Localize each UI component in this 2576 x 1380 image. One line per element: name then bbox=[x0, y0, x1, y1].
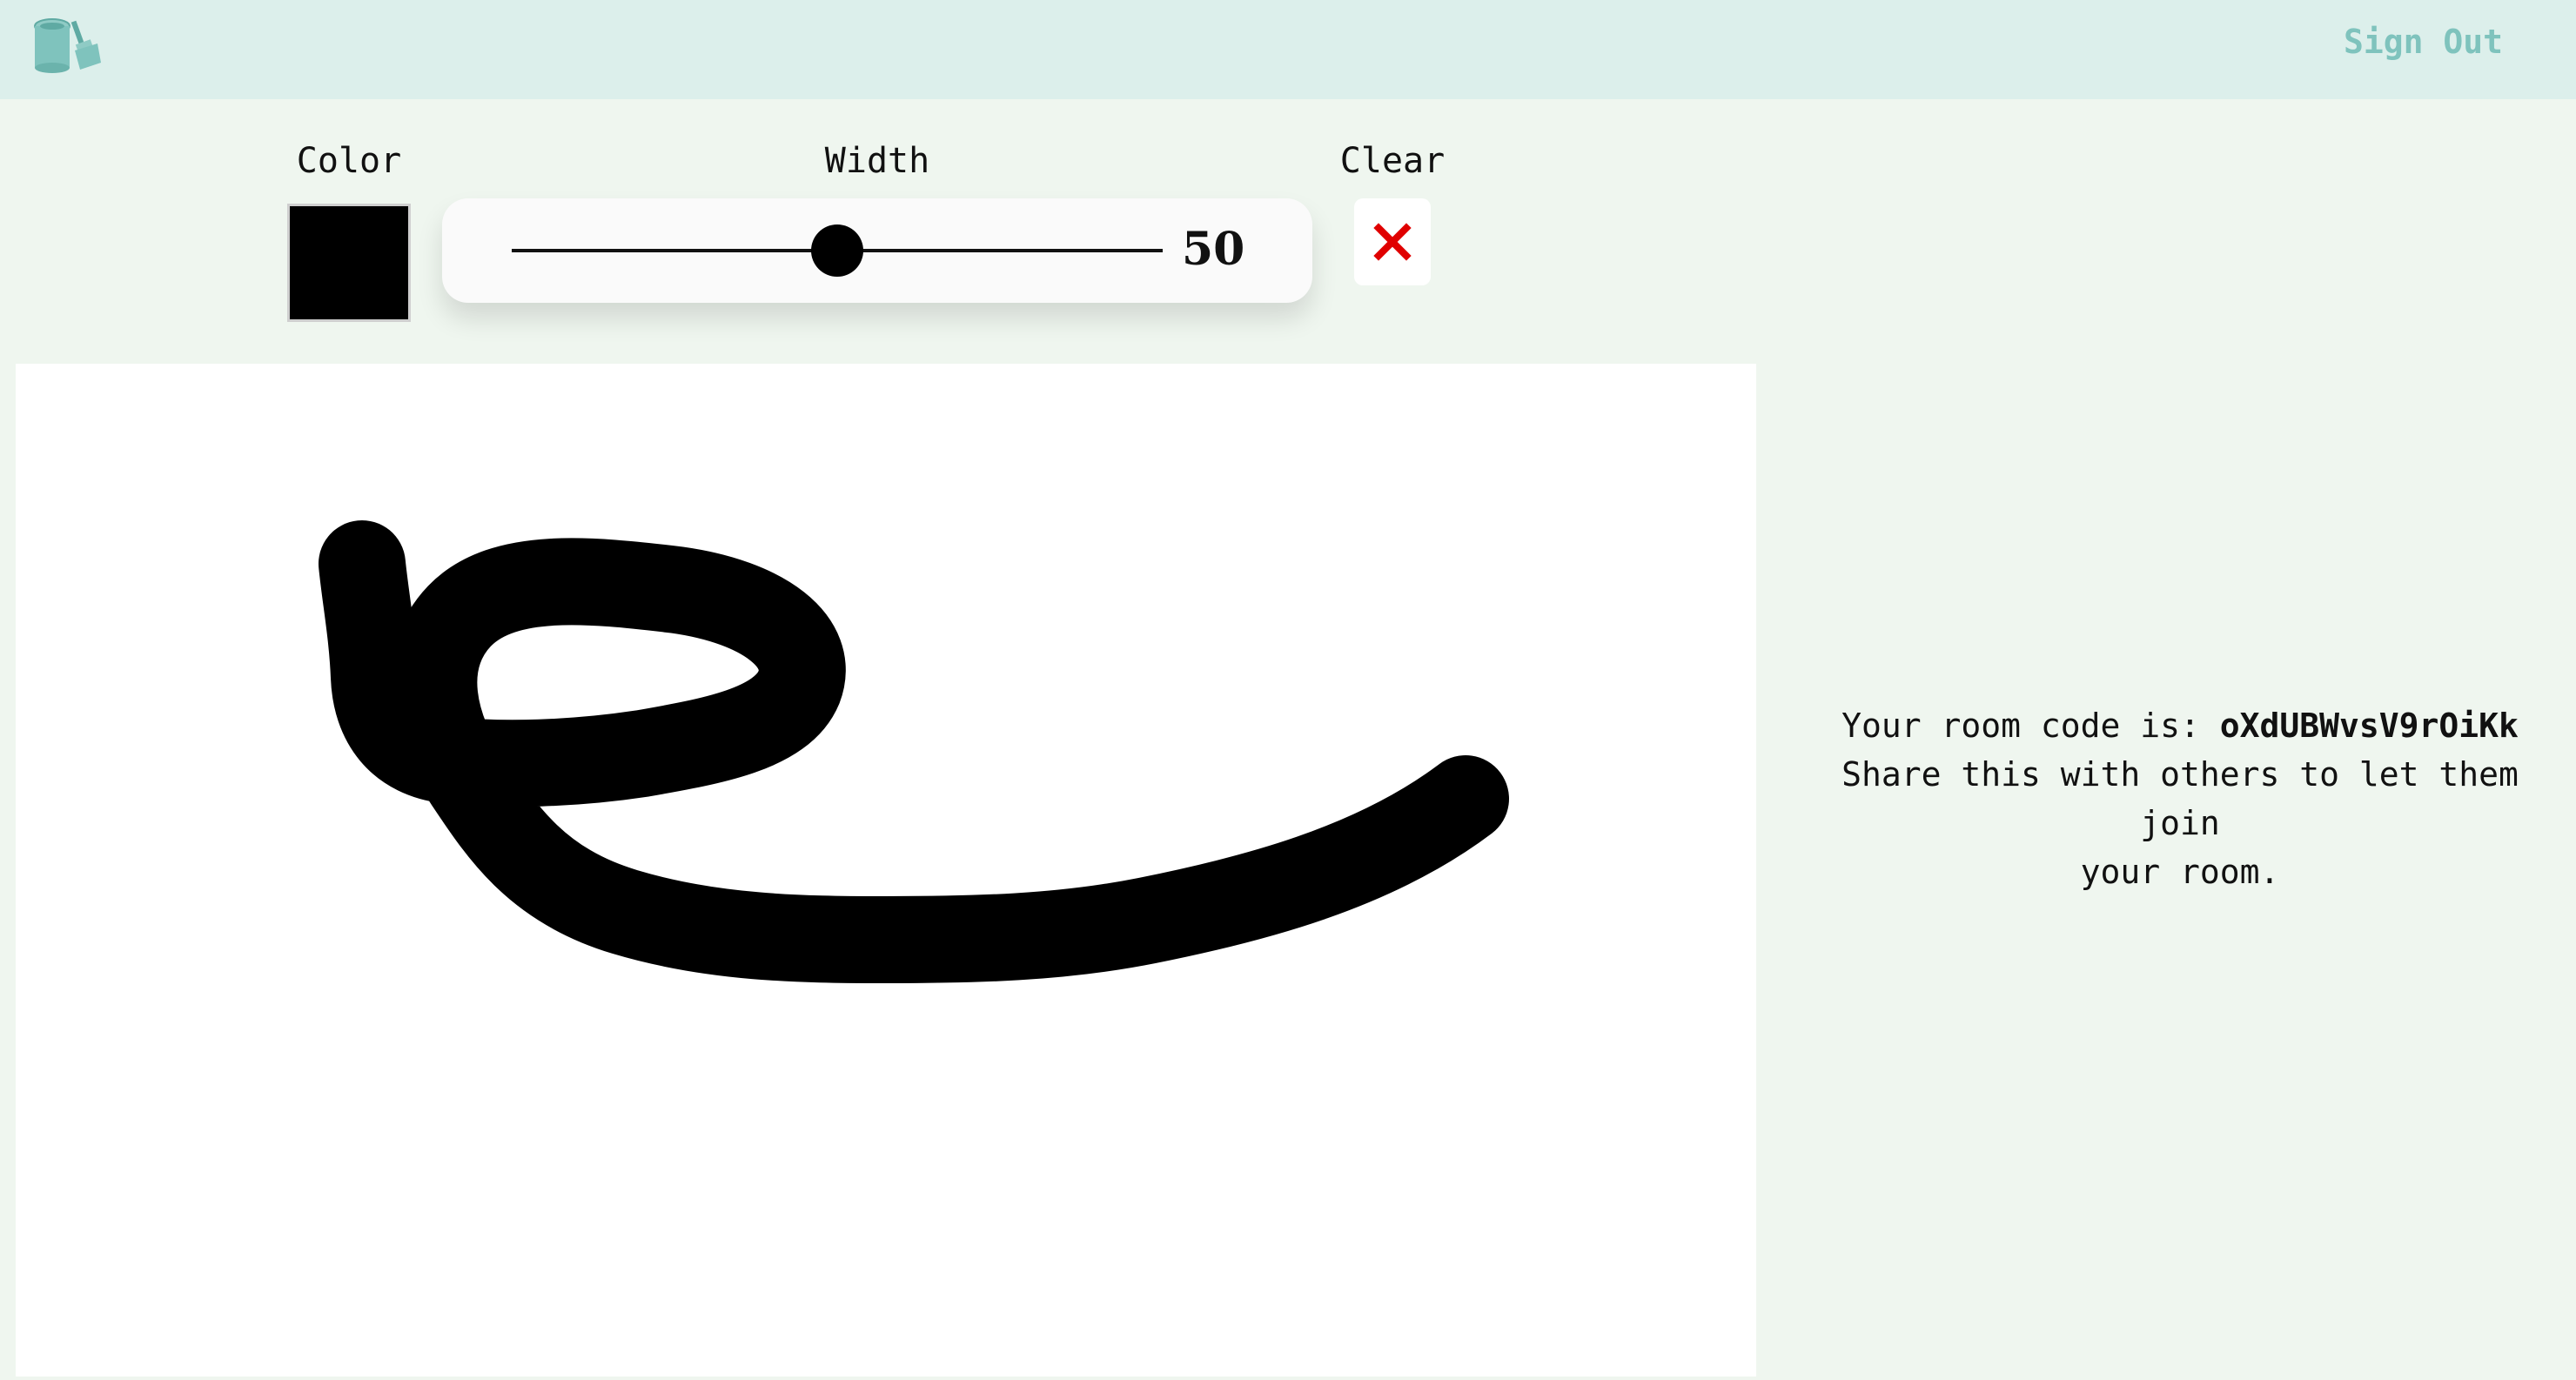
room-code-line: Your room code is: oXdUBWvsV9rOiKk bbox=[1793, 701, 2567, 750]
room-info: Your room code is: oXdUBWvsV9rOiKk Share… bbox=[1793, 701, 2567, 896]
drawing-canvas[interactable] bbox=[16, 364, 1756, 1377]
top-bar: Sign Out bbox=[0, 0, 2576, 99]
color-label: Color bbox=[296, 141, 402, 181]
width-slider-thumb[interactable] bbox=[811, 224, 863, 277]
share-line-2: your room. bbox=[2080, 853, 2280, 891]
close-icon bbox=[1373, 223, 1412, 261]
width-value: 50 bbox=[1182, 223, 1245, 276]
drawn-stroke bbox=[319, 520, 1509, 983]
clear-label: Clear bbox=[1339, 141, 1446, 181]
room-code[interactable]: oXdUBWvsV9rOiKk bbox=[2220, 707, 2519, 745]
width-control-panel: 50 bbox=[442, 198, 1312, 303]
share-line-1: Share this with others to let them join bbox=[1841, 755, 2519, 842]
room-code-prefix: Your room code is: bbox=[1841, 707, 2200, 745]
paint-bucket-brush-icon[interactable] bbox=[31, 16, 104, 73]
clear-button[interactable] bbox=[1354, 198, 1431, 285]
color-picker-swatch[interactable] bbox=[287, 204, 411, 322]
width-label: Width bbox=[824, 141, 930, 181]
sign-out-button[interactable]: Sign Out bbox=[2344, 23, 2503, 61]
